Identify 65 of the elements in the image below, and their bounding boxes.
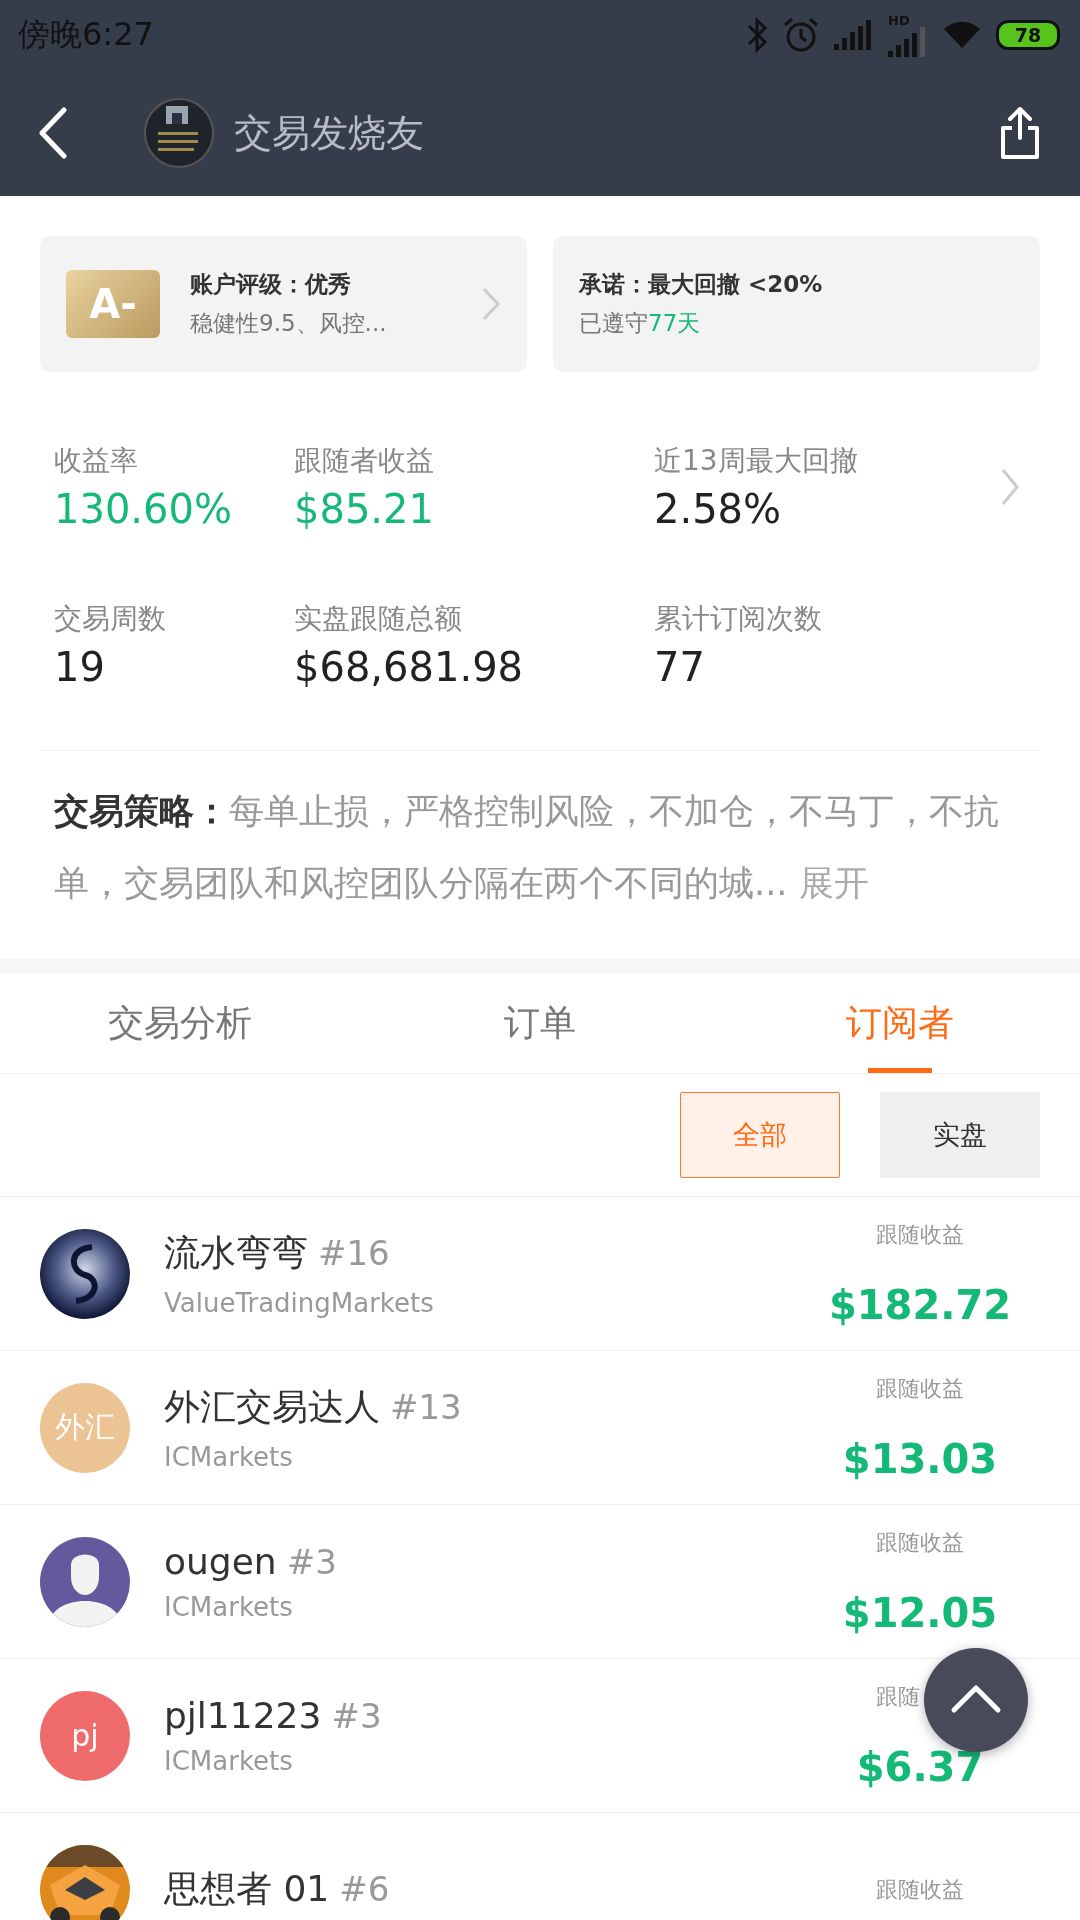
profit-label: 跟随收益: [876, 1220, 964, 1249]
profit-label: 跟随收益: [876, 1374, 964, 1403]
profit-value: $182.72: [828, 1281, 1012, 1328]
profit-label: 跟随: [876, 1682, 921, 1711]
avatar: 外汇: [40, 1382, 130, 1473]
subscriber-name: 外汇交易达人: [164, 1386, 380, 1427]
status-time: 傍晚6:27: [18, 14, 154, 55]
scroll-top-button[interactable]: [924, 1648, 1028, 1752]
signal-icon: [888, 26, 928, 57]
tab[interactable]: 订单: [360, 973, 720, 1073]
share-icon[interactable]: [998, 106, 1042, 160]
rank-label: #16: [318, 1233, 390, 1273]
stat-label: 跟随者收益: [294, 443, 435, 479]
avatar-icon[interactable]: [144, 98, 214, 168]
tab[interactable]: 交易分析: [0, 973, 360, 1073]
avatar-icon: [40, 1228, 130, 1319]
profit-value: $13.03: [842, 1435, 998, 1482]
card-title: 账户评级：优秀: [190, 270, 352, 299]
wifi-icon: [942, 20, 982, 50]
profit-label: 跟随收益: [876, 1528, 964, 1557]
stat-value: 2.58%: [654, 486, 783, 532]
filter-button[interactable]: 实盘: [880, 1092, 1040, 1178]
expand-link[interactable]: 展开: [798, 863, 869, 903]
stat-label: 收益率: [54, 443, 139, 479]
stat-value: 130.60%: [54, 486, 233, 532]
promise-card[interactable]: 承诺：最大回撤 <20% 已遵守77天: [553, 236, 1040, 372]
broker-name: ICMarkets: [164, 1442, 294, 1472]
hd-label: HD: [888, 13, 910, 27]
rank-label: #13: [390, 1387, 462, 1427]
rank-label: #3: [331, 1696, 382, 1736]
bluetooth-icon: [746, 16, 768, 54]
rating-badge: A-: [66, 270, 160, 338]
subscriber-name: ougen: [164, 1541, 277, 1582]
stat-label: 实盘跟随总额: [294, 601, 463, 637]
stat-label: 交易周数: [54, 601, 167, 637]
card-subtitle: 已遵守77天: [579, 309, 702, 338]
subscriber-name: pjl11223: [164, 1695, 322, 1736]
profit-value: $6.37: [856, 1743, 984, 1790]
stat-label: 近13周最大回撤: [654, 443, 859, 479]
profit-label: 跟随收益: [876, 1875, 964, 1904]
chevron-icon: [481, 286, 501, 322]
filter-button[interactable]: 全部: [680, 1092, 840, 1178]
back-icon[interactable]: [38, 107, 68, 159]
signal-icon: [834, 20, 874, 50]
broker-name: ICMarkets: [164, 1746, 294, 1776]
profit-value: $12.05: [842, 1589, 998, 1636]
card-title: 承诺：最大回撤 <20%: [579, 270, 824, 299]
avatar: pj: [40, 1690, 130, 1781]
broker-name: ValueTradingMarkets: [164, 1288, 435, 1318]
stat-label: 累计订阅次数: [654, 601, 823, 637]
subscriber-name: 思想者 01: [164, 1868, 330, 1909]
broker-name: ICMarkets: [164, 1592, 294, 1622]
stat-value: 77: [654, 644, 706, 690]
stat-value: 19: [54, 644, 106, 690]
rank-label: #6: [339, 1869, 390, 1909]
page-title: 交易发烧友: [234, 109, 425, 157]
strategy-text: 交易策略：每单止损，严格控制风险，不加仓，不马丁，不抗单，交易团队和风控团队分隔在两个不同的城... 展开: [40, 750, 1040, 959]
rank-label: #3: [286, 1542, 337, 1582]
stat-value: $68,681.98: [294, 644, 525, 690]
stat-value: $85.21: [294, 486, 435, 532]
subscriber-name: 流水弯弯: [164, 1232, 308, 1273]
battery-level: 78: [1014, 25, 1042, 45]
card-subtitle: 稳健性9.5、风控...: [190, 309, 388, 338]
alarm-icon: [782, 16, 820, 54]
rating-card[interactable]: A- 账户评级：优秀 稳健性9.5、风控...: [40, 236, 527, 372]
